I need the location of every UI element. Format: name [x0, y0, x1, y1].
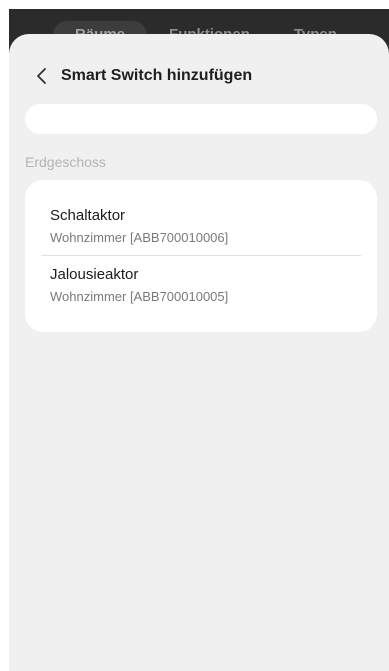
- page-title: Smart Switch hinzufügen: [61, 67, 253, 84]
- device-list-card: Schaltaktor Wohnzimmer [ABB700010006] Ja…: [25, 180, 377, 332]
- sheet-header: Smart Switch hinzufügen: [9, 56, 389, 96]
- back-button[interactable]: [25, 59, 59, 93]
- device-item-schaltaktor[interactable]: Schaltaktor Wohnzimmer [ABB700010006]: [50, 207, 360, 246]
- device-name: Jalousieaktor: [50, 266, 139, 283]
- bottom-sheet: Smart Switch hinzufügen Erdgeschoss Scha…: [9, 34, 389, 671]
- app-screen: Räume Funktionen Typen Smart Switch hinz…: [9, 9, 389, 671]
- search-input[interactable]: [25, 104, 377, 134]
- device-location: Wohnzimmer [ABB700010005]: [50, 289, 229, 304]
- device-item-jalousieaktor[interactable]: Jalousieaktor Wohnzimmer [ABB700010005]: [50, 266, 360, 305]
- device-location: Wohnzimmer [ABB700010006]: [50, 230, 229, 245]
- section-label-floor: Erdgeschoss: [25, 154, 106, 170]
- list-divider: [41, 255, 361, 256]
- chevron-left-icon: [37, 68, 46, 84]
- device-name: Schaltaktor: [50, 207, 126, 224]
